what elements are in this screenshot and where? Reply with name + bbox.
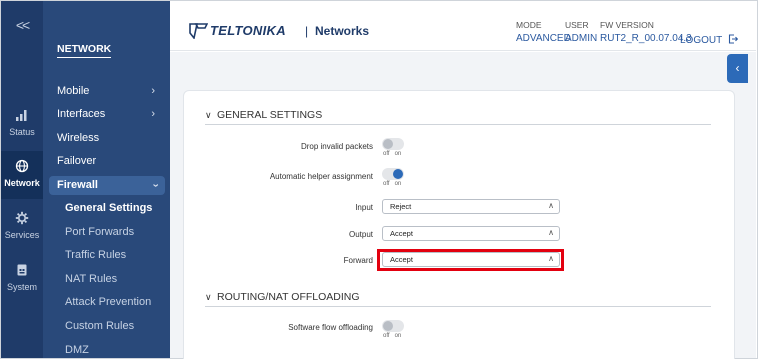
submenu-item-general-settings[interactable]: General Settings <box>65 199 175 217</box>
chevron-down-icon: ∨ <box>205 110 212 120</box>
fw-label: FW VERSION <box>600 20 654 30</box>
top-header: TELTONIKA | Networks MODE ADVANCED USER … <box>170 1 756 51</box>
fw-info: FW VERSION RUT2_R_00.07.04.3 <box>600 20 692 44</box>
sw-offload-label: Software flow offloading <box>288 323 373 332</box>
toggle-on-label: on <box>394 181 402 187</box>
submenu-item-port-forwards[interactable]: Port Forwards <box>65 223 175 241</box>
toggle-off-label: off <box>383 151 390 157</box>
section-routing-nat-offloading[interactable]: ∨ ROUTING/NAT OFFLOADING <box>205 291 711 307</box>
menu-item-failover[interactable]: Failover <box>49 152 165 171</box>
brand-separator: | <box>305 24 309 38</box>
toggle-knob <box>393 169 403 179</box>
chevron-up-icon: ∧ <box>548 201 554 210</box>
status-bars-icon <box>1 108 43 124</box>
submenu-item-attack-prevention[interactable]: Attack Prevention <box>65 293 175 311</box>
select-value: Reject <box>390 202 412 211</box>
toggle-on-label: on <box>394 151 402 157</box>
logout-label: LOGOUT <box>680 35 723 46</box>
rail-item-label: Services <box>4 230 40 240</box>
output-policy-label: Output <box>348 230 373 239</box>
toggle-on-label: on <box>394 333 402 339</box>
drop-invalid-toggle[interactable] <box>382 138 404 150</box>
chevron-up-icon: ∧ <box>548 228 554 237</box>
user-info: USER ADMIN <box>565 20 597 44</box>
toggle-state-labels: off on <box>383 181 406 187</box>
user-label: USER <box>565 20 589 30</box>
menu-item-label: Firewall <box>57 179 98 191</box>
submenu-item-traffic-rules[interactable]: Traffic Rules <box>65 246 175 264</box>
mode-info: MODE ADVANCED <box>516 20 571 44</box>
logout-icon <box>728 34 738 44</box>
submenu-item-nat-rules[interactable]: NAT Rules <box>65 270 175 288</box>
section-title: ROUTING/NAT OFFLOADING <box>217 291 360 303</box>
collapse-sidebar-button[interactable]: << <box>1 17 43 33</box>
fw-value[interactable]: RUT2_R_00.07.04.3 <box>600 33 692 44</box>
navigation-menu: NETWORK Mobile › Interfaces › Wireless F… <box>43 1 170 358</box>
toggle-state-labels: off on <box>383 151 406 157</box>
menu-item-label: Interfaces <box>57 108 106 120</box>
mode-value[interactable]: ADVANCED <box>516 33 571 44</box>
system-icon <box>1 263 43 279</box>
rail-item-status[interactable]: Status <box>1 108 43 137</box>
teltonika-mark-icon <box>189 23 208 39</box>
rail-item-label: Network <box>4 178 40 188</box>
helper-assignment-label: Automatic helper assignment <box>269 172 373 181</box>
section-title: GENERAL SETTINGS <box>217 109 323 121</box>
submenu-item-custom-rules[interactable]: Custom Rules <box>65 317 175 335</box>
toggle-state-labels: off on <box>383 333 406 339</box>
gear-icon <box>1 211 43 227</box>
input-policy-select[interactable]: Reject ∧ <box>382 199 560 214</box>
chevron-down-icon: ∨ <box>205 292 212 302</box>
menu-item-interfaces[interactable]: Interfaces › <box>49 105 165 124</box>
forward-policy-label: Forward <box>343 256 373 265</box>
output-policy-select[interactable]: Accept ∧ <box>382 226 560 241</box>
icon-rail: << Status Network Services System <box>1 1 43 358</box>
rail-item-system[interactable]: System <box>1 263 43 292</box>
rail-item-label: Status <box>9 127 35 137</box>
toggle-off-label: off <box>383 333 390 339</box>
toggle-knob <box>383 139 393 149</box>
menu-item-label: Mobile <box>57 85 90 97</box>
select-value: Accept <box>390 229 413 238</box>
chevron-down-icon: › <box>149 183 162 188</box>
chevron-right-icon: › <box>151 85 155 97</box>
globe-icon <box>1 159 43 175</box>
brand-product: Networks <box>315 24 370 38</box>
input-policy-label: Input <box>355 203 373 212</box>
brand-name: TELTONIKA <box>210 23 286 38</box>
helper-assignment-toggle[interactable] <box>382 168 404 180</box>
logout-button[interactable]: LOGOUT <box>680 34 738 46</box>
drop-invalid-label: Drop invalid packets <box>300 142 373 151</box>
submenu-item-dmz[interactable]: DMZ <box>65 341 175 359</box>
chevron-right-icon: › <box>151 108 155 120</box>
rail-item-network[interactable]: Network <box>1 151 43 199</box>
mode-label: MODE <box>516 20 542 30</box>
section-general-settings[interactable]: ∨ GENERAL SETTINGS <box>205 109 711 125</box>
menu-item-mobile[interactable]: Mobile › <box>49 82 165 101</box>
rail-item-label: System <box>6 282 37 292</box>
menu-item-wireless[interactable]: Wireless <box>49 129 165 148</box>
toggle-off-label: off <box>383 181 390 187</box>
side-panel-toggle[interactable]: ‹ <box>727 54 748 83</box>
settings-card <box>183 90 735 359</box>
forward-highlight-box <box>377 249 564 271</box>
toggle-knob <box>383 321 393 331</box>
chevron-left-icon: ‹ <box>735 61 740 75</box>
rail-item-services[interactable]: Services <box>1 211 43 240</box>
menu-item-label: Wireless <box>57 132 100 144</box>
sw-offload-toggle[interactable] <box>382 320 404 332</box>
menu-title: NETWORK <box>57 43 112 58</box>
user-value[interactable]: ADMIN <box>565 33 597 44</box>
menu-item-firewall[interactable]: Firewall › <box>49 176 165 195</box>
menu-item-label: Failover <box>57 155 97 167</box>
